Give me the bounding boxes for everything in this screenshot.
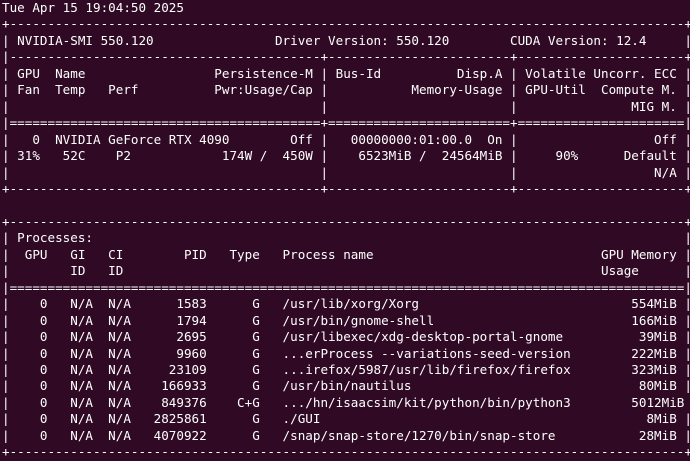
terminal-output: Tue Apr 15 19:04:50 2025 +---------------… (0, 0, 690, 461)
border-line: +---------------------------------------… (2, 444, 690, 460)
gpu-header-line: | | | MIG M. | (2, 98, 690, 114)
gpu-row-line: | | | N/A | (2, 164, 690, 180)
border-line: +---------------------------------------… (2, 180, 690, 196)
process-row: | 0 N/A N/A 1583 G /usr/lib/xorg/Xorg 55… (2, 296, 690, 312)
gpu-header-line: | Fan Temp Perf Pwr:Usage/Cap | Memory-U… (2, 82, 690, 98)
terminal-window[interactable]: Tue Apr 15 19:04:50 2025 +---------------… (0, 0, 690, 461)
process-row: | 0 N/A N/A 23109 G ...irefox/5987/usr/l… (2, 361, 690, 377)
process-row: | 0 N/A N/A 166933 G /usr/bin/nautilus 8… (2, 378, 690, 394)
separator-line: |=======================================… (2, 279, 690, 295)
processes-header-line: | ID ID Usage | (2, 263, 690, 279)
processes-header-line: | GPU GI CI PID Type Process name GPU Me… (2, 246, 690, 262)
border-line: +---------------------------------------… (2, 213, 690, 229)
border-line: |---------------------------------------… (2, 49, 690, 65)
process-row: | 0 N/A N/A 9960 G ...erProcess --variat… (2, 345, 690, 361)
separator-line: |=======================================… (2, 115, 690, 131)
processes-title-line: | Processes: | (2, 230, 690, 246)
process-row: | 0 N/A N/A 2695 G /usr/libexec/xdg-desk… (2, 329, 690, 345)
gpu-row-line: | 31% 52C P2 174W / 450W | 6523MiB / 245… (2, 148, 690, 164)
process-row: | 0 N/A N/A 4070922 G /snap/snap-store/1… (2, 427, 690, 443)
process-row: | 0 N/A N/A 1794 G /usr/bin/gnome-shell … (2, 312, 690, 328)
process-row: | 0 N/A N/A 849376 C+G .../hn/isaacsim/k… (2, 394, 690, 410)
version-line: | NVIDIA-SMI 550.120 Driver Version: 550… (2, 32, 690, 48)
border-line: +---------------------------------------… (2, 16, 690, 32)
gpu-header-line: | GPU Name Persistence-M | Bus-Id Disp.A… (2, 65, 690, 81)
gpu-row-line: | 0 NVIDIA GeForce RTX 4090 Off | 000000… (2, 131, 690, 147)
process-row: | 0 N/A N/A 2825861 G ./GUI 8MiB | (2, 411, 690, 427)
timestamp-line: Tue Apr 15 19:04:50 2025 (2, 0, 184, 15)
